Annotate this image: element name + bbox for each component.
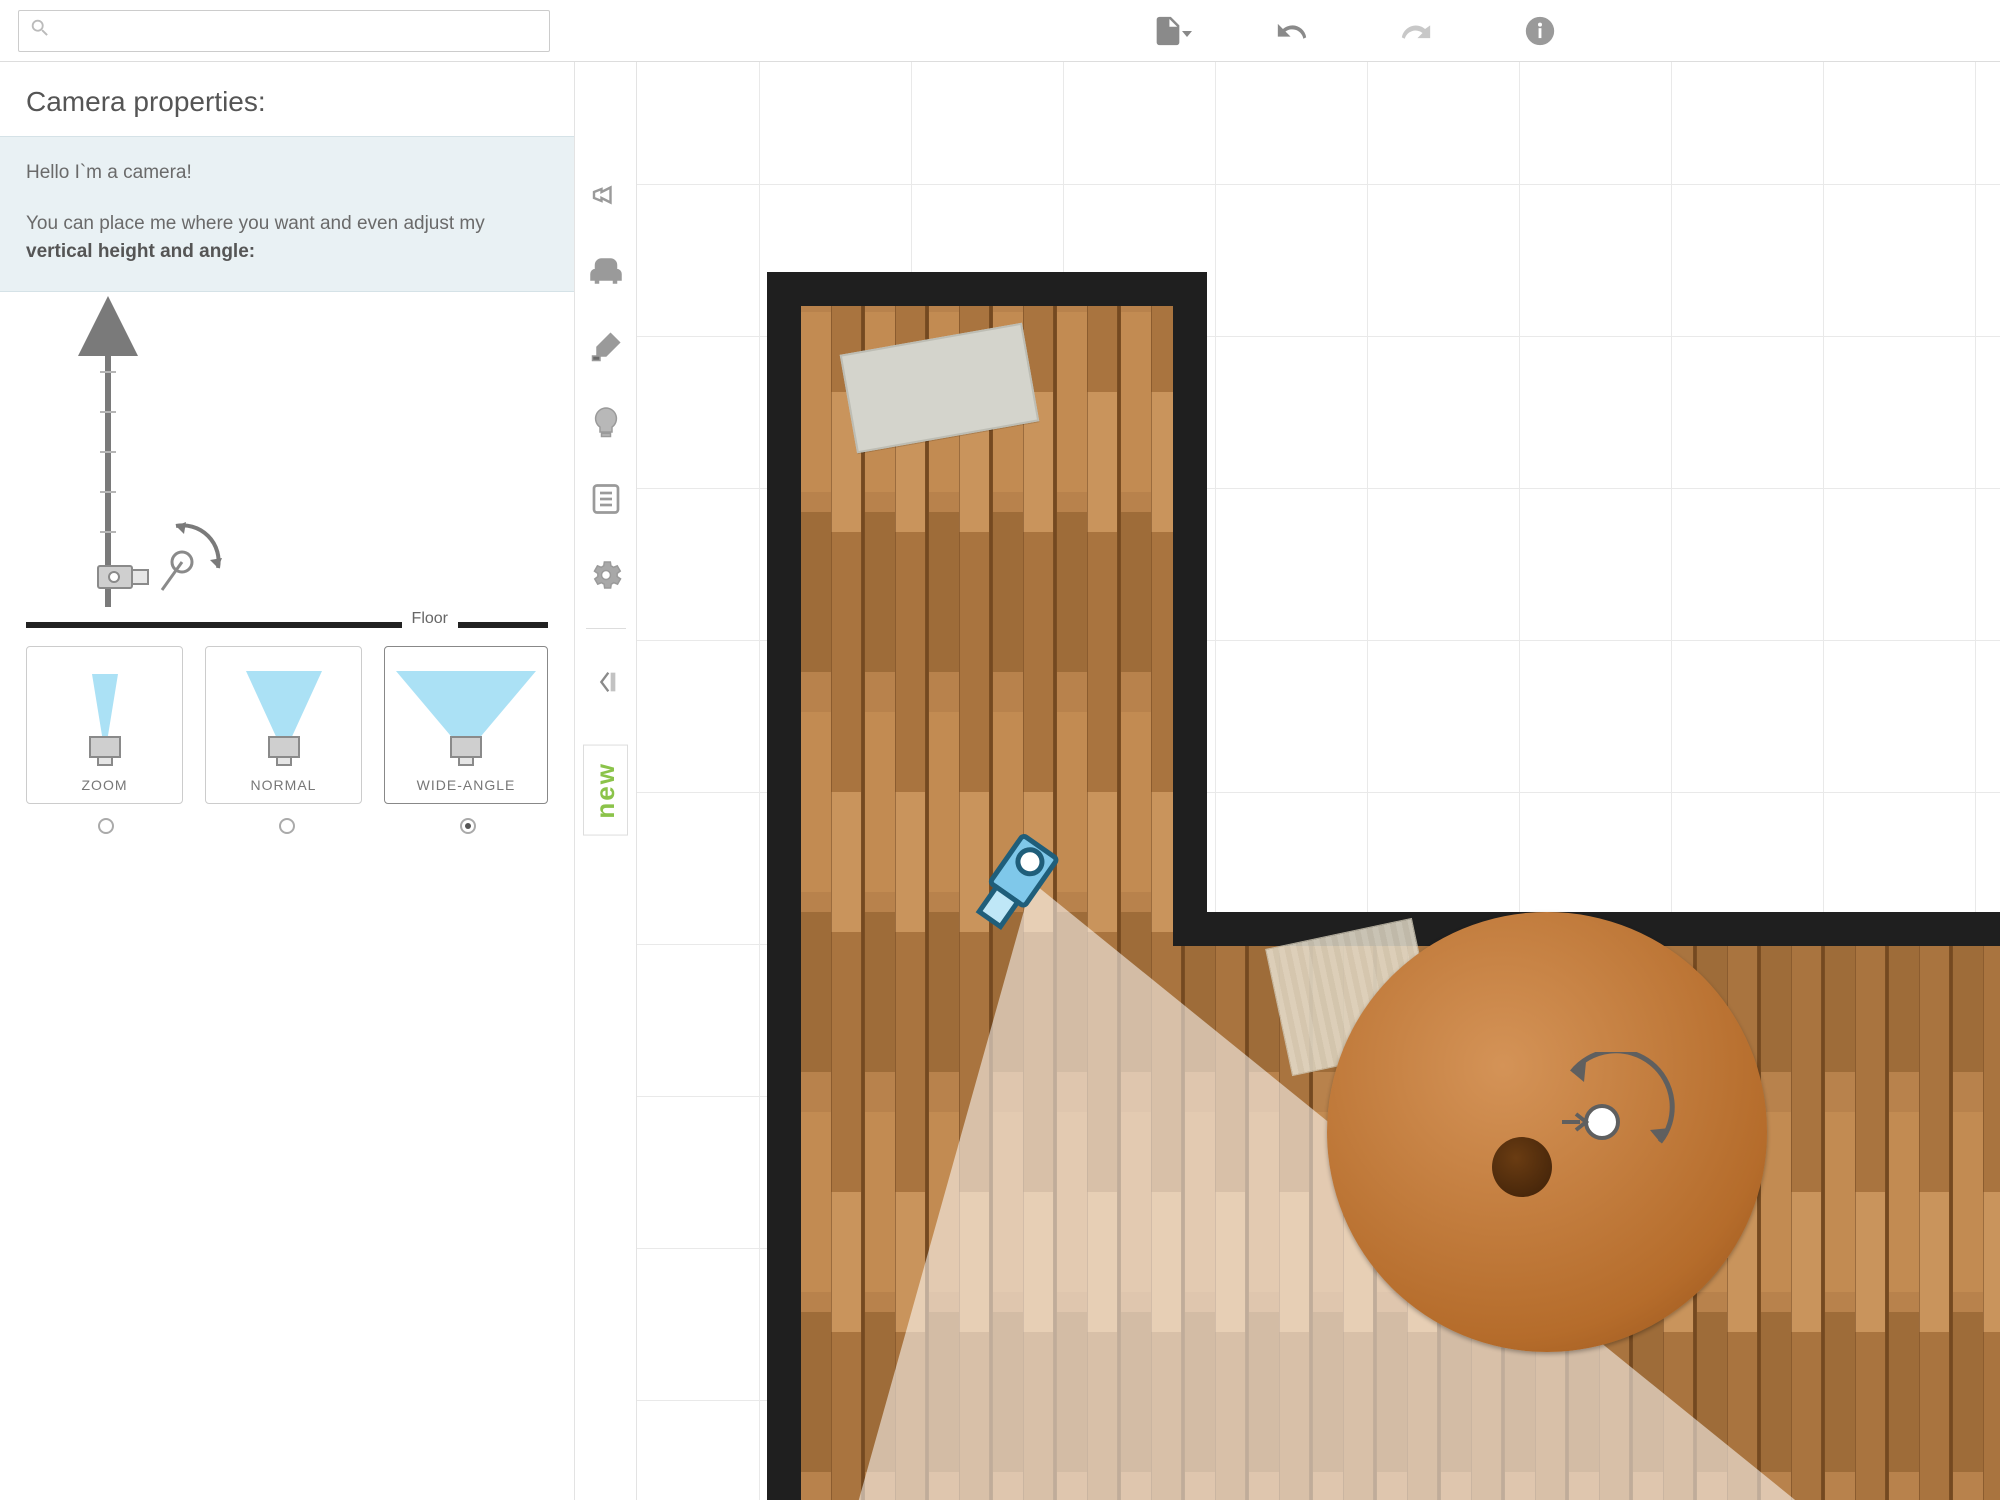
panel-title: Camera properties: <box>0 62 574 136</box>
lens-label: ZOOM <box>82 777 128 793</box>
camera-tool[interactable] <box>583 172 629 218</box>
height-angle-diagram[interactable] <box>0 292 574 612</box>
lens-options: ZOOM NORMAL WIDE-ANGLE <box>0 646 574 804</box>
lens-zoom-icon <box>33 659 176 769</box>
topbar <box>0 0 2000 62</box>
lens-normal-icon <box>212 659 355 769</box>
room-shape <box>767 272 2000 1500</box>
furniture-tool[interactable] <box>583 248 629 294</box>
lens-option-wide-angle[interactable]: WIDE-ANGLE <box>384 646 548 804</box>
lens-radio-normal[interactable] <box>279 818 295 834</box>
search-field[interactable] <box>18 10 550 52</box>
lens-radio-wide-angle[interactable] <box>460 818 476 834</box>
floor-divider: Floor <box>26 622 548 628</box>
info-desc-strong: vertical height and angle: <box>26 241 255 262</box>
lens-radio-row <box>0 804 574 834</box>
floor-label: Floor <box>402 610 458 628</box>
search-icon <box>29 17 51 44</box>
paint-tool[interactable] <box>583 324 629 370</box>
undo-button[interactable] <box>1270 9 1314 53</box>
rotate-handle[interactable] <box>1542 1052 1682 1197</box>
lens-radio-zoom[interactable] <box>98 818 114 834</box>
lens-wide-icon <box>391 659 541 769</box>
info-greeting: Hello I`m a camera! <box>26 159 548 188</box>
lens-label: WIDE-ANGLE <box>417 777 516 793</box>
settings-tool[interactable] <box>583 552 629 598</box>
search-input[interactable] <box>51 20 539 41</box>
info-box: Hello I`m a camera! You can place me whe… <box>0 136 574 292</box>
new-document-button[interactable] <box>1146 9 1190 53</box>
topbar-actions <box>1146 9 1982 53</box>
info-desc-pre: You can place me where you want and even… <box>26 213 485 234</box>
toolstrip: new <box>575 62 637 1500</box>
info-description: You can place me where you want and even… <box>26 210 548 267</box>
collapse-panel-button[interactable] <box>583 659 629 705</box>
floorplan-canvas[interactable] <box>637 62 2000 1500</box>
lens-option-normal[interactable]: NORMAL <box>205 646 362 804</box>
lens-label: NORMAL <box>251 777 317 793</box>
info-button[interactable] <box>1518 9 1562 53</box>
properties-panel: Camera properties: Hello I`m a camera! Y… <box>0 62 575 1500</box>
lens-option-zoom[interactable]: ZOOM <box>26 646 183 804</box>
camera-object[interactable] <box>957 832 1087 947</box>
lighting-tool[interactable] <box>583 400 629 446</box>
new-badge[interactable]: new <box>583 745 628 836</box>
list-tool[interactable] <box>583 476 629 522</box>
redo-button[interactable] <box>1394 9 1438 53</box>
